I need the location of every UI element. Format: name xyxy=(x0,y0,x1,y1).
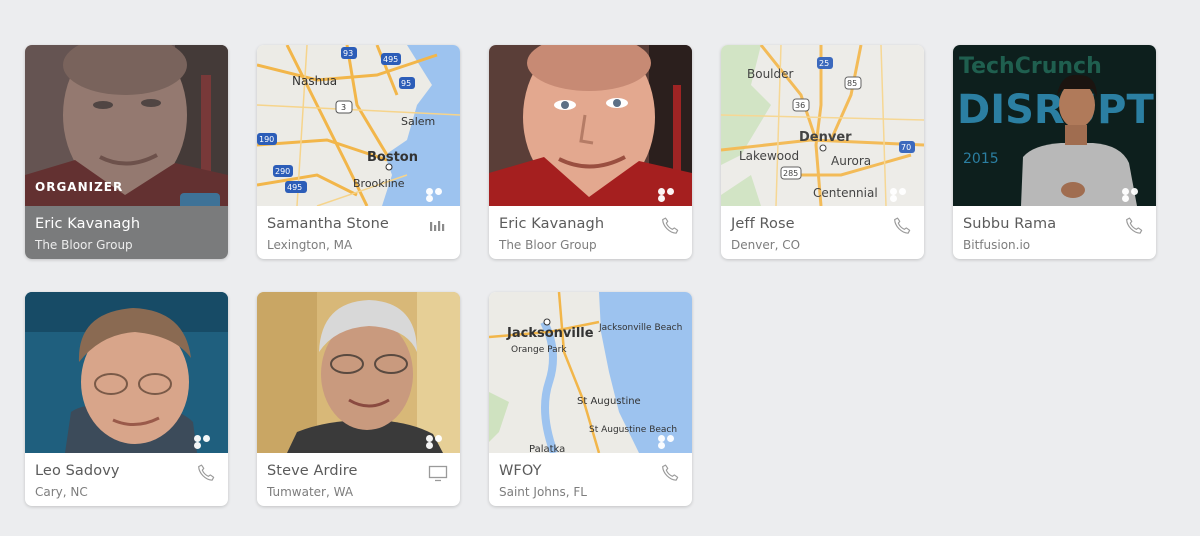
participant-subtitle: The Bloor Group xyxy=(35,238,133,252)
phone-icon[interactable] xyxy=(660,216,680,236)
more-options-icon[interactable] xyxy=(424,435,450,449)
participant-subtitle: Tumwater, WA xyxy=(267,485,354,499)
participant-subtitle: The Bloor Group xyxy=(499,238,597,252)
location-map: Boulder Denver Lakewood Aurora Centennia… xyxy=(721,45,924,206)
svg-text:Palatka: Palatka xyxy=(529,444,565,453)
participant-info: Eric Kavanagh The Bloor Group xyxy=(25,206,228,259)
participant-photo xyxy=(25,292,228,453)
svg-text:St Augustine Beach: St Augustine Beach xyxy=(589,425,677,435)
participant-subtitle: Bitfusion.io xyxy=(963,238,1031,252)
participant-name: Subbu Rama xyxy=(963,216,1057,232)
monitor-icon[interactable] xyxy=(428,463,448,483)
svg-text:Salem: Salem xyxy=(401,115,435,128)
participant-info: WFOY Saint Johns, FL xyxy=(489,453,692,506)
participant-card[interactable]: Leo Sadovy Cary, NC xyxy=(25,292,228,506)
participant-subtitle: Saint Johns, FL xyxy=(499,485,587,499)
location-map: Jacksonville Jacksonville Beach Orange P… xyxy=(489,292,692,453)
svg-text:Orange Park: Orange Park xyxy=(511,345,567,355)
svg-text:Boston: Boston xyxy=(367,150,418,165)
participant-card[interactable]: TechCrunch DISRUPT 2015 Subbu Rama Bitfu… xyxy=(953,45,1156,259)
participant-card[interactable]: ORGANIZER Eric Kavanagh The Bloor Group xyxy=(25,45,228,259)
participant-name: Leo Sadovy xyxy=(35,463,120,479)
phone-icon[interactable] xyxy=(660,463,680,483)
participant-subtitle: Cary, NC xyxy=(35,485,88,499)
participant-card[interactable]: Boulder Denver Lakewood Aurora Centennia… xyxy=(721,45,924,259)
svg-text:Jacksonville: Jacksonville xyxy=(506,326,594,341)
participant-info: Jeff Rose Denver, CO xyxy=(721,206,924,259)
more-options-icon[interactable] xyxy=(1120,188,1146,202)
svg-text:93: 93 xyxy=(343,49,353,58)
participant-photo: TechCrunch DISRUPT 2015 xyxy=(953,45,1156,206)
more-options-icon[interactable] xyxy=(192,435,218,449)
participant-name: Eric Kavanagh xyxy=(499,216,605,232)
participant-subtitle: Lexington, MA xyxy=(267,238,353,252)
participant-photo xyxy=(489,45,692,206)
participant-photo: ORGANIZER xyxy=(25,45,228,206)
phone-icon[interactable] xyxy=(1124,216,1144,236)
svg-text:290: 290 xyxy=(275,167,290,176)
organizer-badge: ORGANIZER xyxy=(35,180,124,194)
more-options-icon[interactable] xyxy=(424,188,450,202)
participant-info: Subbu Rama Bitfusion.io xyxy=(953,206,1156,259)
participant-name: Samantha Stone xyxy=(267,216,389,232)
participant-info: Steve Ardire Tumwater, WA xyxy=(257,453,460,506)
svg-text:2015: 2015 xyxy=(963,151,999,167)
phone-icon[interactable] xyxy=(892,216,912,236)
svg-text:DISRUPT: DISRUPT xyxy=(957,87,1154,133)
participant-info: Samantha Stone Lexington, MA xyxy=(257,206,460,259)
participant-subtitle: Denver, CO xyxy=(731,238,801,252)
phone-icon[interactable] xyxy=(196,463,216,483)
participant-name: Steve Ardire xyxy=(267,463,358,479)
participant-card[interactable]: Nashua Salem Boston Brookline 93 495 95 … xyxy=(257,45,460,259)
participant-card[interactable]: Eric Kavanagh The Bloor Group xyxy=(489,45,692,259)
status-chip xyxy=(180,193,220,206)
location-map: Nashua Salem Boston Brookline 93 495 95 … xyxy=(257,45,460,206)
svg-text:St Augustine: St Augustine xyxy=(577,396,641,407)
participant-name: Jeff Rose xyxy=(731,216,795,232)
more-options-icon[interactable] xyxy=(888,188,914,202)
svg-text:495: 495 xyxy=(287,183,302,192)
participant-photo xyxy=(257,292,460,453)
participant-card[interactable]: Steve Ardire Tumwater, WA xyxy=(257,292,460,506)
more-options-icon[interactable] xyxy=(656,435,682,449)
more-options-icon[interactable] xyxy=(656,188,682,202)
audio-bars-icon[interactable] xyxy=(428,216,448,236)
participant-card[interactable]: Jacksonville Jacksonville Beach Orange P… xyxy=(489,292,692,506)
svg-text:3: 3 xyxy=(341,103,346,112)
participant-name: WFOY xyxy=(499,463,542,479)
svg-text:Nashua: Nashua xyxy=(292,74,337,88)
participant-info: Leo Sadovy Cary, NC xyxy=(25,453,228,506)
svg-text:95: 95 xyxy=(401,79,411,88)
participant-info: Eric Kavanagh The Bloor Group xyxy=(489,206,692,259)
svg-text:Jacksonville Beach: Jacksonville Beach xyxy=(598,323,682,333)
svg-text:495: 495 xyxy=(383,55,398,64)
svg-text:190: 190 xyxy=(259,135,274,144)
participant-name: Eric Kavanagh xyxy=(35,216,141,232)
svg-text:Brookline: Brookline xyxy=(353,177,405,190)
